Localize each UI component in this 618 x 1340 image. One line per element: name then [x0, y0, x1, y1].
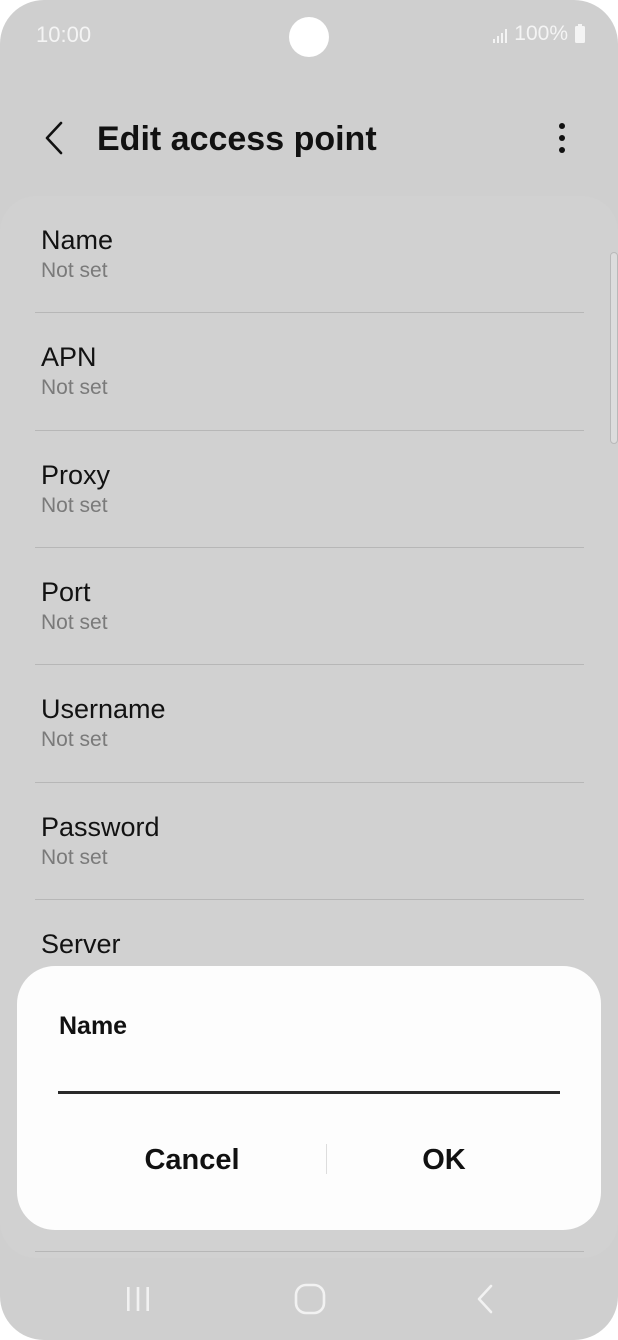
chevron-left-icon	[42, 120, 66, 161]
setting-item-title: APN	[41, 342, 97, 372]
back-button[interactable]	[30, 116, 78, 164]
setting-item-title: Port	[41, 577, 91, 607]
status-bar: 10:00 100%	[0, 0, 618, 72]
scrollbar-thumb[interactable]	[610, 252, 618, 444]
setting-item-apn[interactable]: APN Not set	[41, 341, 586, 401]
divider	[35, 547, 584, 548]
setting-item-name[interactable]: Name Not set	[41, 224, 586, 284]
setting-item-value: Not set	[41, 728, 108, 751]
dialog-title: Name	[59, 1012, 128, 1040]
status-indicators: 100%	[492, 22, 586, 46]
battery-icon	[574, 24, 586, 44]
home-button[interactable]	[280, 1276, 340, 1326]
setting-item-value: Not set	[41, 494, 108, 517]
setting-item-title: Server	[41, 929, 121, 959]
more-vertical-icon	[558, 122, 566, 159]
more-options-button[interactable]	[540, 116, 584, 164]
setting-item-value: Not set	[41, 376, 108, 399]
phone-screen: 10:00 100% Edit access point Name Not se…	[0, 0, 618, 1340]
ok-button[interactable]: OK	[331, 1132, 557, 1188]
setting-item-value: Not set	[41, 846, 108, 869]
setting-item-title: Name	[41, 225, 114, 255]
name-dialog: Name Cancel OK	[17, 966, 601, 1230]
button-divider	[326, 1144, 327, 1174]
setting-item-port[interactable]: Port Not set	[41, 576, 586, 636]
setting-item-title: Proxy	[41, 460, 111, 490]
divider	[35, 430, 584, 431]
setting-item-title: Password	[41, 812, 160, 842]
setting-item-password[interactable]: Password Not set	[41, 811, 586, 871]
setting-item-proxy[interactable]: Proxy Not set	[41, 459, 586, 519]
battery-level: 100%	[514, 22, 568, 45]
front-camera-cutout	[289, 17, 329, 57]
nav-back-button[interactable]	[455, 1276, 515, 1326]
setting-item-value: Not set	[41, 259, 108, 282]
setting-item-username[interactable]: Username Not set	[41, 693, 586, 753]
divider	[35, 1251, 584, 1252]
home-icon	[293, 1282, 327, 1321]
back-icon	[474, 1283, 496, 1320]
page-title: Edit access point	[97, 120, 377, 158]
navigation-bar	[0, 1262, 618, 1340]
recents-button[interactable]	[108, 1276, 168, 1326]
setting-item-title: Username	[41, 694, 166, 724]
recents-icon	[123, 1285, 153, 1318]
setting-item-value: Not set	[41, 611, 108, 634]
divider	[35, 899, 584, 900]
setting-item-server[interactable]: Server	[41, 928, 586, 960]
signal-icon	[492, 26, 510, 43]
divider	[35, 782, 584, 783]
divider	[35, 312, 584, 313]
status-time: 10:00	[36, 22, 92, 47]
divider	[35, 664, 584, 665]
name-input[interactable]	[58, 1050, 560, 1094]
app-bar: Edit access point	[0, 100, 618, 180]
cancel-button[interactable]: Cancel	[58, 1132, 326, 1188]
